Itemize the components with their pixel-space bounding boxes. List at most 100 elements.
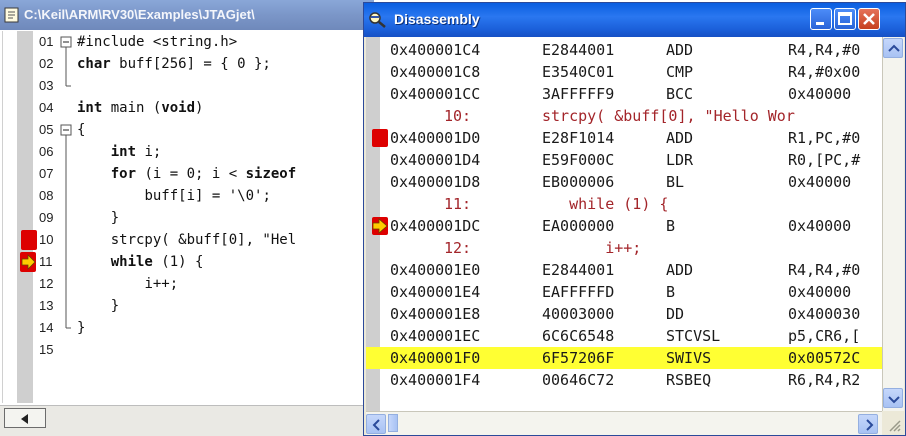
editor-titlebar[interactable]: C:\Keil\ARM\RV30\Examples\JTAGjet\ xyxy=(0,0,374,30)
fold-collapse-icon[interactable] xyxy=(60,31,72,53)
code-line[interactable]: 06 int i; xyxy=(3,141,372,163)
breakpoint-icon[interactable] xyxy=(21,230,37,250)
disassembly-vertical-scrollbar[interactable] xyxy=(882,37,904,411)
disassembly-row[interactable]: 0x400001E0 E2844001 ADD R4,R4,#0 xyxy=(366,259,882,281)
minimize-button[interactable] xyxy=(810,8,832,30)
source-line-text: while (1) { xyxy=(542,195,669,213)
mnemonic-cell: CMP xyxy=(666,63,694,81)
scroll-left-button[interactable] xyxy=(4,408,46,428)
source-editor-window[interactable]: C:\Keil\ARM\RV30\Examples\JTAGjet\ 01 #in… xyxy=(0,0,374,436)
opcode-cell: EB000006 xyxy=(542,173,615,191)
operands-cell: R6,R4,R2 xyxy=(788,371,861,389)
opcode-cell: E2844001 xyxy=(542,41,615,59)
source-line-row[interactable]: 10: strcpy( &buff[0], "Hello Wor xyxy=(366,105,882,127)
opcode-cell: EA000000 xyxy=(542,217,615,235)
code-line[interactable]: 07 for (i = 0; i < sizeof xyxy=(3,163,372,185)
source-line-row[interactable]: 11: while (1) { xyxy=(366,193,882,215)
address-cell: 0x400001D0 xyxy=(390,129,481,147)
source-line-number: 10: xyxy=(444,107,472,125)
disassembly-row[interactable]: 0x400001D8 EB000006 BL 0x40000 xyxy=(366,171,882,193)
operands-cell: 0x40000 xyxy=(788,85,852,103)
code-line[interactable]: 11 while (1) { xyxy=(3,251,372,273)
disassembly-row[interactable]: 0x400001E4 EAFFFFFD B 0x40000 xyxy=(366,281,882,303)
disassembly-row[interactable]: 0x400001F4 00646C72 RSBEQ R6,R4,R2 xyxy=(366,369,882,391)
horizontal-scroll-thumb[interactable] xyxy=(388,414,398,432)
keyword: for xyxy=(110,166,137,182)
fold-collapse-icon[interactable] xyxy=(60,119,72,141)
opcode-cell: 6C6C6548 xyxy=(542,327,615,345)
scroll-up-button[interactable] xyxy=(883,38,903,58)
source-line-number: 12: xyxy=(444,239,472,257)
disassembly-row[interactable]: 0x400001C8 E3540C01 CMP R4,#0x00 xyxy=(366,61,882,83)
code-text: for (i = 0; i < sizeof xyxy=(77,163,296,185)
disassembly-row[interactable]: 0x400001CC 3AFFFFF9 BCC 0x40000 xyxy=(366,83,882,105)
mnemonic-cell: ADD xyxy=(666,41,694,59)
mnemonic-cell: ADD xyxy=(666,261,694,279)
code-fragment: (1) { xyxy=(152,254,204,270)
scroll-right-button[interactable] xyxy=(858,414,878,434)
code-fragment: } xyxy=(77,320,86,336)
code-line[interactable]: 05{ xyxy=(3,119,372,141)
code-fragment: (i = 0; i < xyxy=(136,166,246,182)
address-cell: 0x400001C4 xyxy=(390,41,481,59)
address-cell: 0x400001D8 xyxy=(390,173,481,191)
code-line[interactable]: 01 #include <string.h> xyxy=(3,31,372,53)
code-line[interactable]: 03 xyxy=(3,75,372,97)
code-line[interactable]: 14} xyxy=(3,317,372,339)
code-line[interactable]: 09 } xyxy=(3,207,372,229)
code-fragment: ) xyxy=(195,100,204,116)
code-line[interactable]: 12 i++; xyxy=(3,273,372,295)
source-line-row[interactable]: 12: i++; xyxy=(366,237,882,259)
fold-guide-line xyxy=(65,273,67,295)
disassembly-row[interactable]: 0x400001C4 E2844001 ADD R4,R4,#0 xyxy=(366,39,882,61)
scroll-down-button[interactable] xyxy=(883,388,903,408)
mnemonic-cell: RSBEQ xyxy=(666,371,712,389)
code-line[interactable]: 13 } xyxy=(3,295,372,317)
editor-horizontal-scrollbar[interactable] xyxy=(0,405,374,436)
disassembly-row[interactable]: 0x400001D0 E28F1014 ADD R1,PC,#0 xyxy=(366,127,882,149)
disassembly-titlebar[interactable]: Disassembly xyxy=(364,3,905,37)
opcode-cell: E3540C01 xyxy=(542,63,615,81)
code-line[interactable]: 04 int main (void) xyxy=(3,97,372,119)
keyword: int xyxy=(110,144,137,160)
disassembly-row[interactable]: 0x400001E8 40003000 DD 0x400030 xyxy=(366,303,882,325)
address-cell: 0x400001EC xyxy=(390,327,481,345)
code-fragment: strcpy( &buff[0], "Hel xyxy=(110,232,297,248)
disassembly-row[interactable]: 0x400001DC EA000000 B 0x40000 xyxy=(366,215,882,237)
scroll-left-button-disasm[interactable] xyxy=(366,414,386,434)
code-fragment: main ( xyxy=(102,100,162,116)
code-line[interactable]: 15 xyxy=(3,339,372,361)
code-text: } xyxy=(77,317,85,339)
address-cell: 0x400001C8 xyxy=(390,63,481,81)
disassembly-horizontal-scrollbar[interactable] xyxy=(366,411,882,435)
code-text: } xyxy=(77,295,119,317)
code-fragment: i++; xyxy=(144,276,179,292)
address-cell: 0x400001E8 xyxy=(390,305,481,323)
disassembly-row[interactable]: 0x400001D4 E59F000C LDR R0,[PC,# xyxy=(366,149,882,171)
editor-title: C:\Keil\ARM\RV30\Examples\JTAGjet\ xyxy=(24,7,255,22)
disassembly-window[interactable]: Disassembly 0x400001C4 E2844001 ADD R4,R4,#… xyxy=(363,2,906,436)
disassembly-listing[interactable]: 0x400001C4 E2844001 ADD R4,R4,#0 0x400001C8 E… xyxy=(366,37,882,411)
opcode-cell: 00646C72 xyxy=(542,371,615,389)
disassembly-row[interactable]: 0x400001EC 6C6C6548 STCVSL p5,CR6,[ xyxy=(366,325,882,347)
code-line[interactable]: 10 strcpy( &buff[0], "Hel xyxy=(3,229,372,251)
disassembly-row[interactable]: 0x400001F0 6F57206F SWIVS 0x00572C xyxy=(366,347,882,369)
source-line-number: 11: xyxy=(444,195,472,213)
opcode-cell: E59F000C xyxy=(542,151,615,169)
code-line[interactable]: 02 char buff[256] = { 0 }; xyxy=(3,53,372,75)
source-line-text: i++; xyxy=(542,239,642,257)
fold-guide-line xyxy=(65,229,67,251)
operands-cell: R4,R4,#0 xyxy=(788,261,861,279)
source-code-area[interactable]: 01 #include <string.h> 02 char buff[256] = … xyxy=(2,31,372,403)
breakpoint-icon[interactable] xyxy=(372,129,388,147)
resize-grip-icon[interactable] xyxy=(882,411,904,435)
fold-end-line xyxy=(65,75,71,87)
operands-cell: 0x400030 xyxy=(788,305,861,323)
code-text: #include <string.h> xyxy=(77,31,237,53)
maximize-button[interactable] xyxy=(834,8,856,30)
code-text: char buff[256] = { 0 }; xyxy=(77,53,271,75)
code-line[interactable]: 08 buff[i] = '\0'; xyxy=(3,185,372,207)
fold-end-line xyxy=(65,317,71,329)
close-button[interactable] xyxy=(858,8,880,30)
operands-cell: R1,PC,#0 xyxy=(788,129,861,147)
